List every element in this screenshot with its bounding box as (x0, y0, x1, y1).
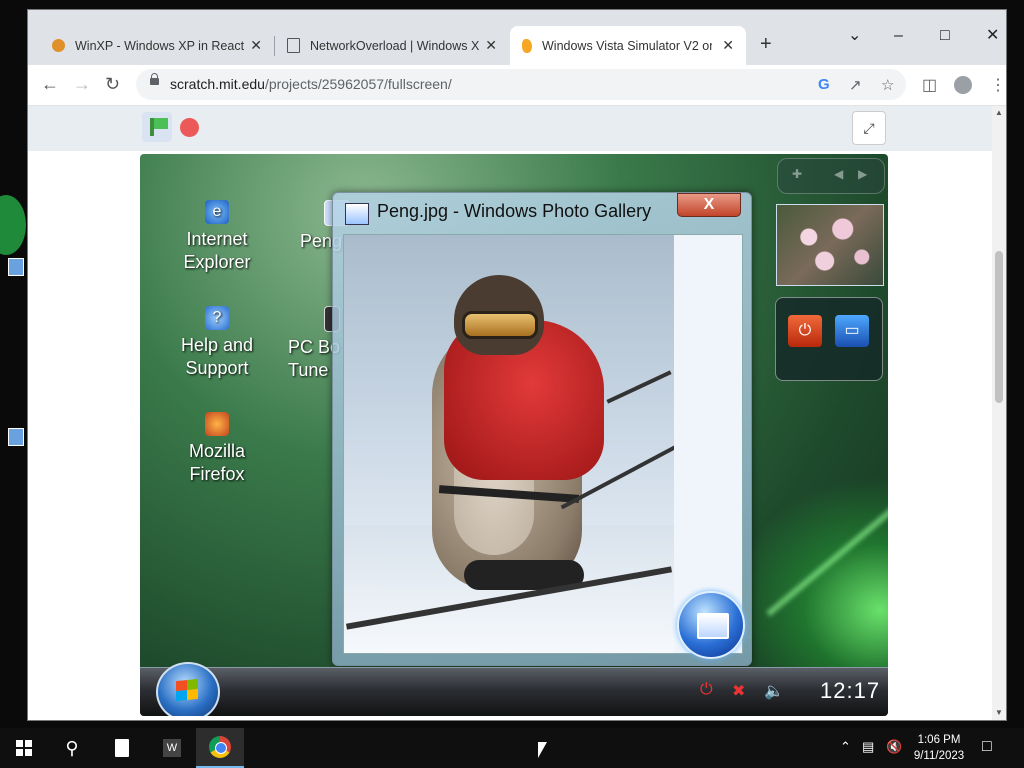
sidebar-gadget-controls[interactable]: ✚ ◀ ▶ (777, 158, 885, 194)
window-title: Peng.jpg - Windows Photo Gallery (377, 201, 652, 221)
volume-muted-icon[interactable]: 🔇 (886, 739, 902, 755)
file-explorer-icon[interactable] (98, 728, 146, 768)
show-hidden-icons-chevron-icon[interactable]: ⌃ (840, 739, 851, 755)
photo-goggles (462, 311, 538, 339)
power-gadget: ⏻ ▭ (775, 297, 883, 381)
add-gadget-icon[interactable]: ✚ (792, 167, 802, 181)
photo-gallery-window[interactable]: Peng.jpg - Windows Photo Gallery X (332, 192, 752, 666)
slideshow-gadget[interactable] (776, 204, 884, 286)
photo-ski-pole (606, 370, 672, 404)
tab-label: WinXP - Windows XP in React (75, 38, 245, 53)
tab-strip: WinXP - Windows XP in React ✕ NetworkOve… (28, 10, 1006, 65)
help-support-icon: ? (205, 306, 229, 330)
scroll-down-icon[interactable]: ▼ (995, 708, 1003, 717)
desktop-edge-decoration (0, 195, 26, 255)
previous-gadget-icon[interactable]: ◀ (834, 167, 843, 181)
taskbar-date: 9/11/2023 (913, 750, 965, 762)
share-icon[interactable]: ↗ (849, 76, 862, 94)
penguin-photo (344, 235, 674, 653)
reload-icon[interactable]: ↻ (105, 75, 120, 93)
tab-vista-simulator[interactable]: Windows Vista Simulator V2 on ✕ (510, 26, 746, 65)
desktop-edge-icon (8, 258, 24, 276)
slideshow-button[interactable] (677, 591, 745, 659)
tab-label: Windows Vista Simulator V2 on (542, 38, 712, 53)
bookmark-star-icon[interactable]: ☆ (881, 76, 894, 94)
internet-explorer-icon: e (205, 200, 229, 224)
firefox-icon (205, 412, 229, 436)
chrome-taskbar-button[interactable] (196, 728, 244, 768)
fox-favicon-icon (52, 39, 65, 52)
close-window-button[interactable]: ✕ (986, 28, 999, 44)
desktop-icon-label: Help and Support (180, 335, 254, 378)
green-flag-button[interactable] (142, 112, 172, 142)
page-favicon-icon (287, 38, 300, 53)
photo-viewer (343, 234, 743, 654)
close-window-button[interactable]: X (677, 193, 741, 217)
taskbar-time: 1:06 PM (917, 734, 961, 746)
notification-center-icon[interactable]: □ (982, 738, 992, 756)
url-text[interactable]: scratch.mit.edu/projects/25962057/fullsc… (170, 76, 452, 92)
tab-search-icon[interactable]: ⌄ (848, 28, 861, 44)
google-lens-icon[interactable]: G (818, 76, 830, 93)
tab-winxp[interactable]: WinXP - Windows XP in React ✕ (40, 26, 274, 65)
exit-fullscreen-button[interactable]: ⤢ (852, 111, 886, 145)
forward-arrow-icon[interactable]: → (73, 75, 91, 93)
search-icon[interactable]: ⚲ (48, 728, 96, 768)
url-path: /projects/25962057/fullscreen/ (264, 76, 452, 92)
vista-clock: 12:17 (820, 678, 881, 703)
back-arrow-icon[interactable]: ← (41, 75, 59, 93)
side-panel-icon[interactable]: ◫ (922, 75, 937, 95)
browser-toolbar: ← → ↻ scratch.mit.edu/projects/25962057/… (28, 65, 1006, 106)
taskbar-clock[interactable]: 1:06 PM 9/11/2023 (907, 732, 971, 764)
app-w-icon[interactable]: W (148, 728, 196, 768)
next-gadget-icon[interactable]: ▶ (858, 167, 867, 181)
vista-start-button[interactable] (156, 662, 220, 716)
url-host: scratch.mit.edu (170, 76, 265, 92)
start-button[interactable] (0, 728, 48, 768)
address-bar[interactable]: scratch.mit.edu/projects/25962057/fullsc… (136, 69, 906, 100)
screen: WinXP - Windows XP in React ✕ NetworkOve… (0, 0, 1024, 768)
chrome-icon (209, 736, 231, 758)
minimize-button[interactable]: – (894, 28, 903, 44)
desktop-icon-label: Mozilla Firefox (188, 441, 245, 484)
power-plug-icon[interactable]: ⏻ (700, 681, 713, 699)
scratch-stage[interactable]: e Internet Explorer Peng ? Help and Supp… (140, 154, 888, 716)
close-tab-icon[interactable]: ✕ (722, 37, 734, 54)
lock-icon[interactable] (150, 73, 159, 85)
display-icon[interactable]: ▭ (835, 315, 869, 347)
scrollbar-thumb[interactable] (995, 251, 1003, 403)
new-tab-button[interactable]: + (760, 34, 772, 54)
green-flag-icon (150, 118, 168, 136)
desktop-icon-firefox[interactable]: Mozilla Firefox (162, 412, 272, 486)
more-menu-icon[interactable]: ⋮ (990, 75, 1006, 95)
scroll-up-icon[interactable]: ▲ (995, 108, 1003, 117)
stop-button[interactable] (180, 118, 199, 137)
close-tab-icon[interactable]: ✕ (485, 37, 497, 54)
vista-taskbar: ⏻ ✖ 🔈 12:17 (140, 662, 888, 716)
windows-taskbar: ⚲ W ⌃ ▤ 🔇 1:06 PM 9/11/2023 □ (0, 728, 1024, 768)
page-scrollbar[interactable]: ▲ ▼ (992, 106, 1006, 720)
scratch-favicon-icon (522, 38, 532, 53)
windows-logo-icon (16, 740, 32, 756)
maximize-button[interactable]: □ (940, 28, 950, 44)
network-disconnected-icon[interactable]: ✖ (732, 681, 745, 701)
desktop-icon-help-support[interactable]: ? Help and Support (162, 306, 272, 380)
power-icon[interactable]: ⏻ (788, 315, 822, 347)
volume-icon[interactable]: 🔈 (764, 681, 784, 701)
desktop-icon-label: Internet Explorer (183, 229, 251, 272)
scratch-controls-bar: ⤢ (28, 106, 1000, 151)
photo-gallery-icon (345, 203, 369, 225)
profile-avatar-icon[interactable] (954, 76, 972, 94)
desktop-edge-icon (8, 428, 24, 446)
tab-label: NetworkOverload | Windows XP (310, 38, 480, 53)
close-tab-icon[interactable]: ✕ (250, 37, 262, 54)
mouse-cursor-icon (538, 742, 547, 758)
network-icon[interactable]: ▤ (862, 739, 874, 755)
tab-networkoverload[interactable]: NetworkOverload | Windows XP ✕ (275, 26, 509, 65)
desktop-icon-internet-explorer[interactable]: e Internet Explorer (162, 200, 272, 274)
